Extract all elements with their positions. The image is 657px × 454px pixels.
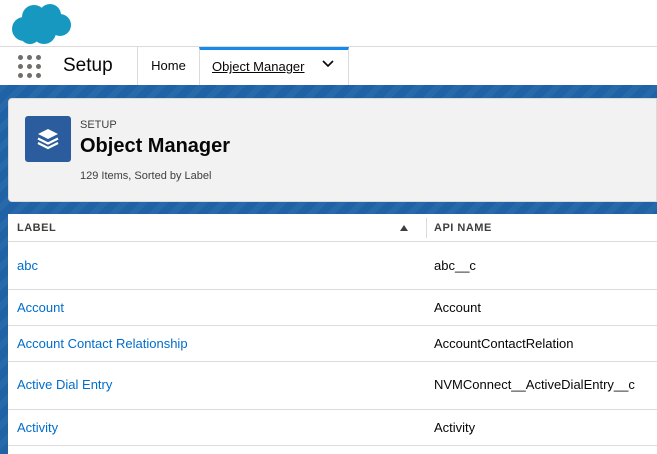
column-header-label[interactable]: LABEL [17, 214, 425, 242]
object-link[interactable]: Account [17, 300, 64, 315]
item-count: 129 Items, Sorted by Label [80, 170, 212, 182]
page-header: SETUP Object Manager 129 Items, Sorted b… [8, 98, 657, 202]
table-row: Activity Activity [8, 410, 657, 446]
object-link[interactable]: Activity [17, 420, 58, 435]
page-title: Object Manager [80, 135, 231, 157]
api-name: Activity [434, 420, 476, 435]
sort-ascending-icon[interactable] [400, 225, 408, 231]
object-table: LABEL API NAME abc abc__c Account Accoun… [8, 214, 657, 454]
app-navigation-bar: Setup Home Object Manager [0, 47, 657, 85]
tab-object-manager[interactable]: Object Manager [199, 47, 349, 85]
column-header-label-text: LABEL [17, 222, 57, 234]
header-eyebrow: SETUP [80, 119, 117, 131]
table-header: LABEL API NAME [8, 214, 657, 242]
table-row: abc abc__c [8, 242, 657, 290]
chevron-down-icon[interactable] [322, 60, 334, 68]
object-link[interactable]: Account Contact Relationship [17, 336, 188, 351]
table-row: Account Contact Relationship AccountCont… [8, 326, 657, 362]
global-header [0, 0, 657, 47]
api-name: Account [434, 300, 481, 315]
tab-home-label: Home [151, 58, 186, 73]
tab-home[interactable]: Home [137, 47, 199, 85]
column-header-api-name-text: API NAME [434, 222, 492, 234]
object-link[interactable]: Active Dial Entry [17, 377, 112, 392]
object-link[interactable]: abc [17, 258, 38, 273]
app-launcher-icon[interactable] [18, 55, 42, 79]
app-name: Setup [63, 55, 113, 76]
api-name: AccountContactRelation [434, 336, 574, 351]
tab-object-manager-label: Object Manager [212, 59, 305, 74]
salesforce-cloud-logo[interactable] [10, 3, 72, 45]
column-header-api-name[interactable]: API NAME [434, 214, 492, 242]
table-row: Account Account [8, 290, 657, 326]
api-name: abc__c [434, 258, 476, 273]
layers-icon [25, 116, 71, 162]
api-name: NVMConnect__ActiveDialEntry__c [434, 377, 635, 392]
column-divider[interactable] [426, 218, 427, 238]
table-row: Active Dial Entry NVMConnect__ActiveDial… [8, 362, 657, 410]
